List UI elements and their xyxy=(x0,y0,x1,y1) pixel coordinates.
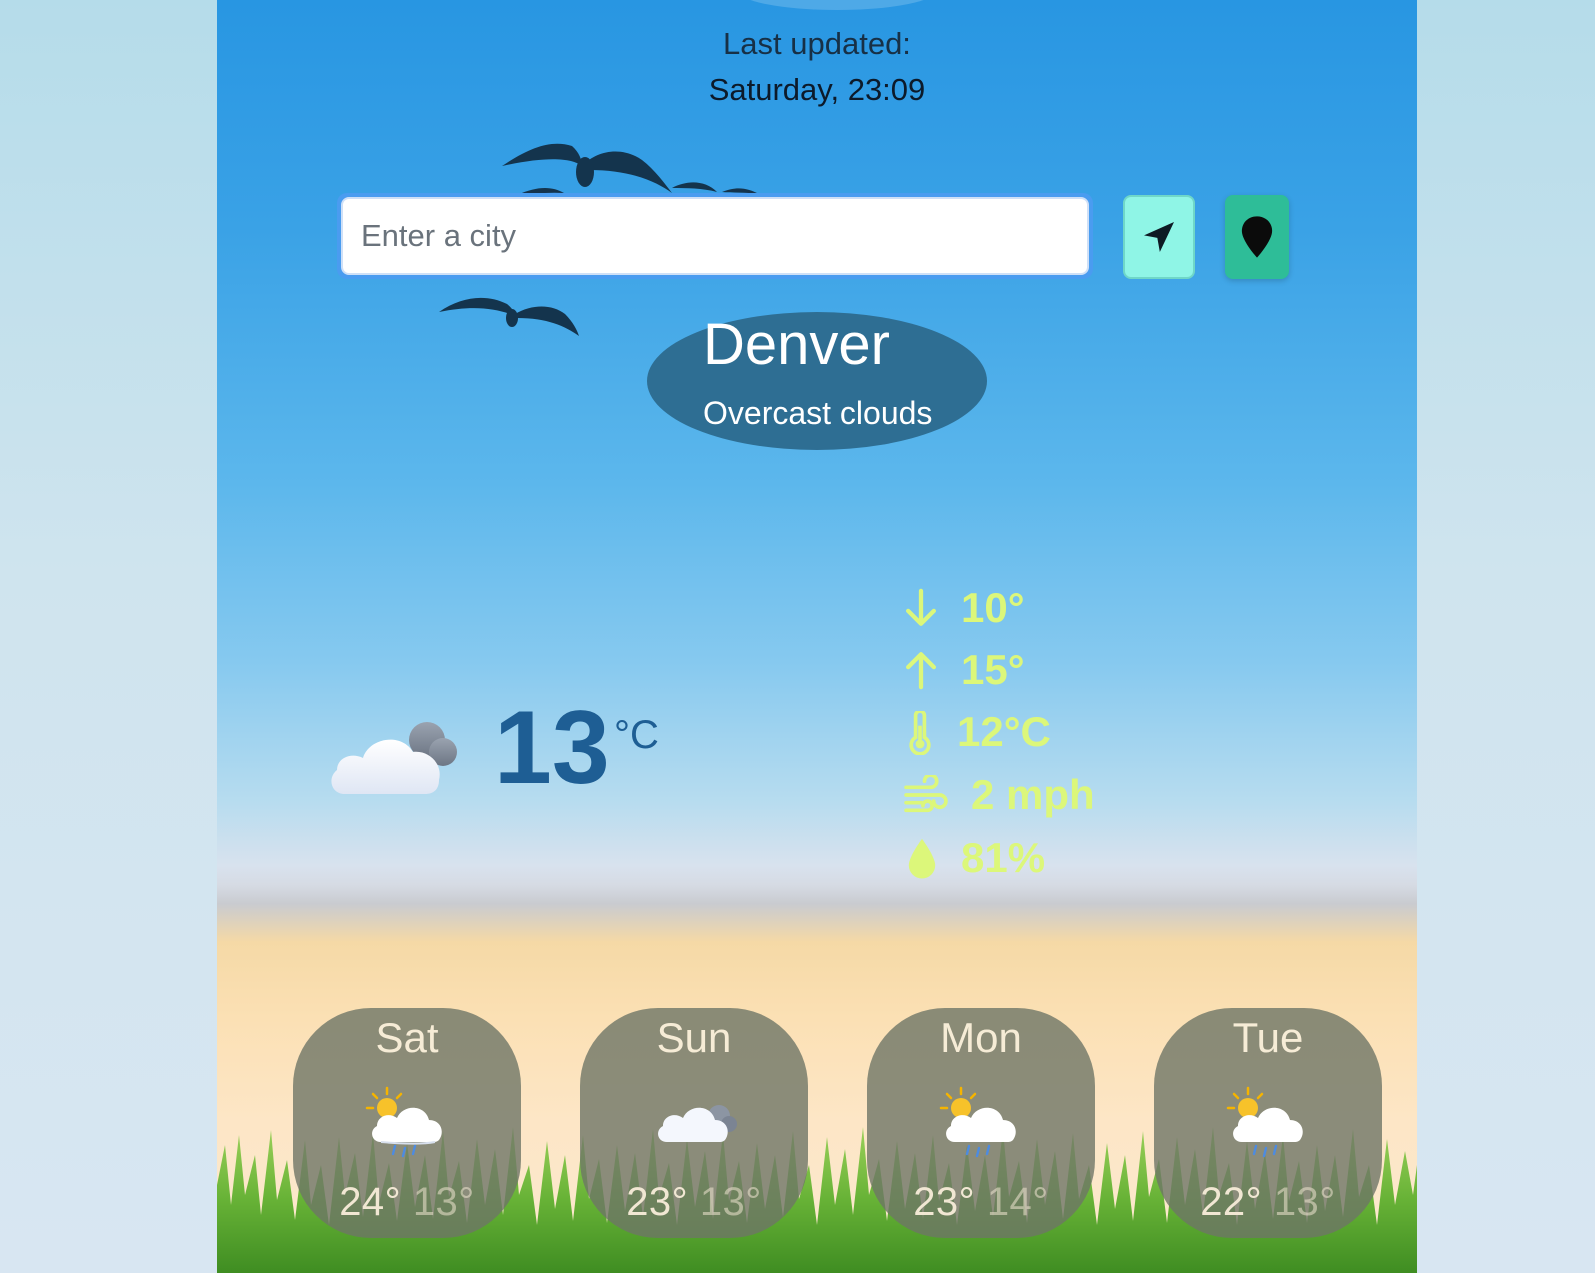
sun-cloud-rain-icon xyxy=(939,1086,1016,1158)
forecast-high: 22° xyxy=(1200,1180,1263,1224)
wind-speed: 2 mph xyxy=(971,771,1095,818)
overcast-cloud-icon xyxy=(658,1105,737,1142)
max-temperature: 15° xyxy=(961,646,1025,693)
overcast-cloud-icon xyxy=(331,722,457,794)
wind-icon xyxy=(904,775,948,813)
arrow-up-icon xyxy=(906,652,936,690)
forecast-low: 14° xyxy=(986,1180,1049,1224)
current-location-button[interactable] xyxy=(1123,195,1195,279)
city-name: Denver xyxy=(703,312,890,377)
forecast-temps: 22° 13° xyxy=(1154,1180,1382,1225)
map-pin-button[interactable] xyxy=(1225,195,1289,279)
map-pin-icon xyxy=(1241,216,1273,258)
sun-cloud-rain-icon xyxy=(1226,1086,1303,1158)
city-search-input[interactable] xyxy=(341,197,1089,275)
forecast-temps: 23° 14° xyxy=(867,1180,1095,1225)
feels-like-temperature: 12°C xyxy=(957,708,1051,755)
weather-description: Overcast clouds xyxy=(703,395,933,431)
forecast-day: Tue xyxy=(1232,1014,1304,1061)
sun-cloud-rain-icon xyxy=(365,1086,442,1158)
forecast-low: 13° xyxy=(699,1180,762,1224)
forecast-low: 13° xyxy=(1273,1180,1336,1224)
thermometer-icon xyxy=(909,711,931,755)
forecast-temps: 24° 13° xyxy=(293,1180,521,1225)
min-temperature: 10° xyxy=(961,584,1025,631)
weather-app: Last updated: Saturday, 23:09 Denver Ove… xyxy=(217,0,1417,1273)
forecast-high: 23° xyxy=(913,1180,976,1224)
current-temperature: 13 xyxy=(494,690,610,806)
humidity-drop-icon xyxy=(908,838,936,879)
arrow-down-icon xyxy=(906,588,936,626)
temperature-unit: °C xyxy=(614,713,659,757)
forecast-temps: 23° 13° xyxy=(580,1180,808,1225)
city-search-box xyxy=(337,193,1093,279)
forecast-day: Sat xyxy=(375,1014,439,1061)
forecast-low: 13° xyxy=(412,1180,475,1224)
forecast-high: 24° xyxy=(339,1180,402,1224)
navigation-arrow-icon xyxy=(1144,222,1174,252)
forecast-high: 23° xyxy=(626,1180,689,1224)
forecast-day: Mon xyxy=(940,1014,1022,1061)
forecast-day: Sun xyxy=(656,1014,732,1061)
humidity: 81% xyxy=(961,834,1046,881)
